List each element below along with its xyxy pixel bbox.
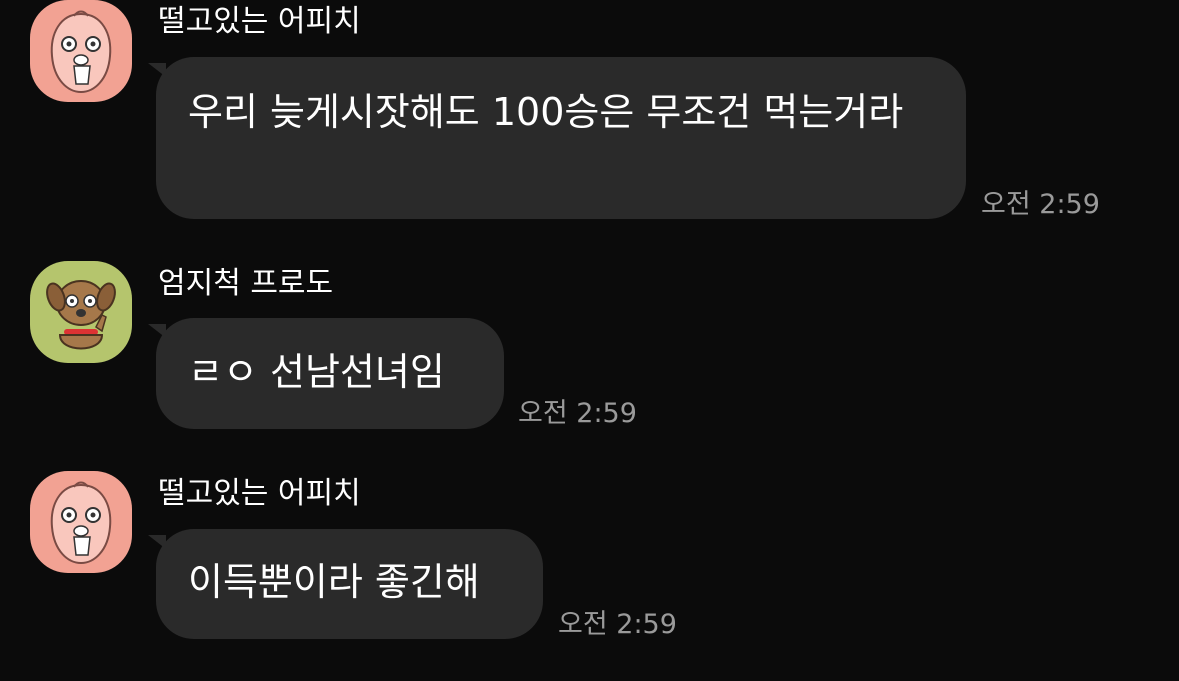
message-bubble[interactable]: 이득뿐이라 좋긴해 [148,529,543,639]
apeach-avatar-icon[interactable] [30,471,132,573]
sender-name: 떨고있는 어피치 [158,4,361,39]
message-time: 오전 2:59 [558,609,677,640]
frodo-avatar-icon[interactable] [30,261,132,363]
message-time: 오전 2:59 [518,398,637,429]
apeach-avatar-icon[interactable] [30,0,132,102]
sender-name: 떨고있는 어피치 [158,476,361,511]
message-bubble[interactable]: ㄹㅇ 선남선녀임 [148,318,504,429]
sender-name: 엄지척 프로도 [158,266,334,301]
message-bubble[interactable]: 우리 늦게시잣해도 100승은 무조건 먹는거라 [148,57,966,219]
message-time: 오전 2:59 [981,189,1100,220]
